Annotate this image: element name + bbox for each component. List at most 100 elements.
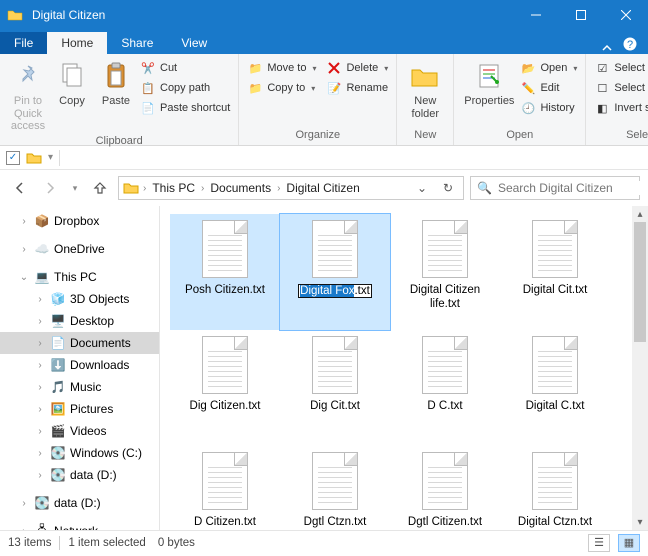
select-checkbox[interactable]: ✓ (6, 151, 20, 165)
tree-dropbox[interactable]: ›📦Dropbox (0, 210, 159, 232)
tree-desktop[interactable]: ›🖥️Desktop (0, 310, 159, 332)
file-label: Digital Ctzn.txt (518, 516, 592, 530)
drive-icon: 💽 (50, 445, 66, 461)
cube-icon: 🧊 (50, 291, 66, 307)
file-item[interactable]: Digital C.txt (500, 330, 610, 446)
tab-view[interactable]: View (167, 32, 221, 54)
file-label: Dig Citizen.txt (190, 400, 261, 414)
tree-music[interactable]: ›🎵Music (0, 376, 159, 398)
file-label: D Citizen.txt (194, 516, 256, 530)
scroll-up-button[interactable]: ▴ (632, 206, 648, 222)
rename-input[interactable]: Digital Fox.txt (298, 284, 372, 298)
details-view-button[interactable]: ☰ (588, 534, 610, 552)
refresh-button[interactable]: ↻ (437, 181, 459, 195)
chevron-right-icon[interactable]: › (277, 183, 280, 194)
file-label: Dgtl Ctzn.txt (304, 516, 367, 530)
tree-pictures[interactable]: ›🖼️Pictures (0, 398, 159, 420)
tree-documents[interactable]: ›📄Documents (0, 332, 159, 354)
file-list[interactable]: Posh Citizen.txt Digital Fox.txt Digital… (160, 206, 648, 530)
chevron-right-icon[interactable]: › (201, 183, 204, 194)
search-box[interactable]: 🔍 (470, 176, 640, 200)
tree-data-d-ext[interactable]: ›💽data (D:) (0, 492, 159, 514)
file-item[interactable]: Digital Citizen life.txt (390, 214, 500, 330)
address-bar[interactable]: › This PC › Documents › Digital Citizen … (118, 176, 464, 200)
forward-button[interactable] (38, 176, 62, 200)
file-item[interactable]: D C.txt (390, 330, 500, 446)
invert-selection-button[interactable]: ◧Invert selection (592, 99, 648, 117)
file-item[interactable]: Digital Cit.txt (500, 214, 610, 330)
file-item[interactable]: Posh Citizen.txt (170, 214, 280, 330)
file-item[interactable]: Dig Citizen.txt (170, 330, 280, 446)
scroll-thumb[interactable] (634, 222, 646, 342)
tree-windows-c[interactable]: ›💽Windows (C:) (0, 442, 159, 464)
rename-button[interactable]: 📝Rename (324, 79, 390, 97)
maximize-button[interactable] (558, 0, 603, 30)
icons-view-button[interactable]: ▦ (618, 534, 640, 552)
search-input[interactable] (498, 181, 648, 195)
close-button[interactable] (603, 0, 648, 30)
drive-icon: 💽 (34, 495, 50, 511)
pin-to-quick-access-button[interactable]: Pin to Quick access (6, 57, 50, 135)
copy-path-button[interactable]: 📋Copy path (138, 79, 232, 97)
address-dropdown[interactable]: ⌄ (411, 181, 433, 195)
tab-file[interactable]: File (0, 32, 47, 54)
select-none-button[interactable]: ☐Select none (592, 79, 648, 97)
group-select: ☑Select all ☐Select none ◧Invert selecti… (586, 54, 648, 145)
cut-button[interactable]: ✂️Cut (138, 59, 232, 77)
tree-network[interactable]: ›🖧Network (0, 520, 159, 530)
file-item[interactable]: Dig Cit.txt (280, 330, 390, 446)
file-item[interactable]: Dgtl Citizen.txt (390, 446, 500, 530)
delete-button[interactable]: Delete (324, 59, 390, 77)
minimize-button[interactable] (513, 0, 558, 30)
properties-button[interactable]: Properties (460, 57, 518, 110)
file-label: Digital C.txt (526, 400, 585, 414)
recent-locations-button[interactable]: ▾ (68, 176, 82, 200)
svg-text:?: ? (627, 39, 633, 51)
tree-3dobjects[interactable]: ›🧊3D Objects (0, 288, 159, 310)
chevron-right-icon[interactable]: › (143, 183, 146, 194)
edit-button[interactable]: ✏️Edit (518, 79, 579, 97)
onedrive-icon: ☁️ (34, 241, 50, 257)
breadcrumb-current[interactable]: Digital Citizen (284, 181, 361, 195)
file-item[interactable]: Digital Ctzn.txt (500, 446, 610, 530)
qat-dropdown[interactable]: ▾ (48, 152, 53, 163)
pin-icon (14, 59, 42, 93)
paste-button[interactable]: Paste (94, 57, 138, 110)
history-button[interactable]: 🕘History (518, 99, 579, 117)
tree-onedrive[interactable]: ›☁️OneDrive (0, 238, 159, 260)
status-bar: 13 items 1 item selected 0 bytes ☰ ▦ (0, 530, 648, 554)
move-to-button[interactable]: 📁Move to (245, 59, 318, 77)
file-item-editing[interactable]: Digital Fox.txt (280, 214, 390, 330)
tree-videos[interactable]: ›🎬Videos (0, 420, 159, 442)
up-button[interactable] (88, 176, 112, 200)
ribbon-tabs: File Home Share View ? (0, 30, 648, 54)
file-item[interactable]: D Citizen.txt (170, 446, 280, 530)
help-button[interactable]: ? (618, 34, 642, 54)
paste-shortcut-button[interactable]: 📄Paste shortcut (138, 99, 232, 117)
scroll-down-button[interactable]: ▾ (632, 514, 648, 530)
tree-thispc[interactable]: ⌄💻This PC (0, 266, 159, 288)
file-label: Digital Citizen life.txt (395, 284, 495, 312)
file-label: D C.txt (427, 400, 462, 414)
open-button[interactable]: 📂Open (518, 59, 579, 77)
new-folder-icon (410, 59, 440, 93)
dropbox-icon: 📦 (34, 213, 50, 229)
tab-share[interactable]: Share (107, 32, 167, 54)
delete-icon (326, 60, 342, 76)
navigation-pane[interactable]: ›📦Dropbox ›☁️OneDrive ⌄💻This PC ›🧊3D Obj… (0, 206, 160, 530)
status-item-count: 13 items (8, 537, 51, 549)
tab-home[interactable]: Home (47, 32, 107, 54)
back-button[interactable] (8, 176, 32, 200)
new-folder-button[interactable]: New folder (403, 57, 447, 122)
file-item[interactable]: Dgtl Ctzn.txt (280, 446, 390, 530)
breadcrumb-thispc[interactable]: This PC (150, 181, 197, 195)
breadcrumb-documents[interactable]: Documents (208, 181, 273, 195)
select-all-button[interactable]: ☑Select all (592, 59, 648, 77)
tree-data-d[interactable]: ›💽data (D:) (0, 464, 159, 486)
videos-icon: 🎬 (50, 423, 66, 439)
copy-button[interactable]: Copy (50, 57, 94, 110)
tree-downloads[interactable]: ›⬇️Downloads (0, 354, 159, 376)
collapse-ribbon-button[interactable] (596, 42, 618, 54)
copy-to-button[interactable]: 📁Copy to (245, 79, 318, 97)
scrollbar[interactable]: ▴ ▾ (632, 206, 648, 530)
